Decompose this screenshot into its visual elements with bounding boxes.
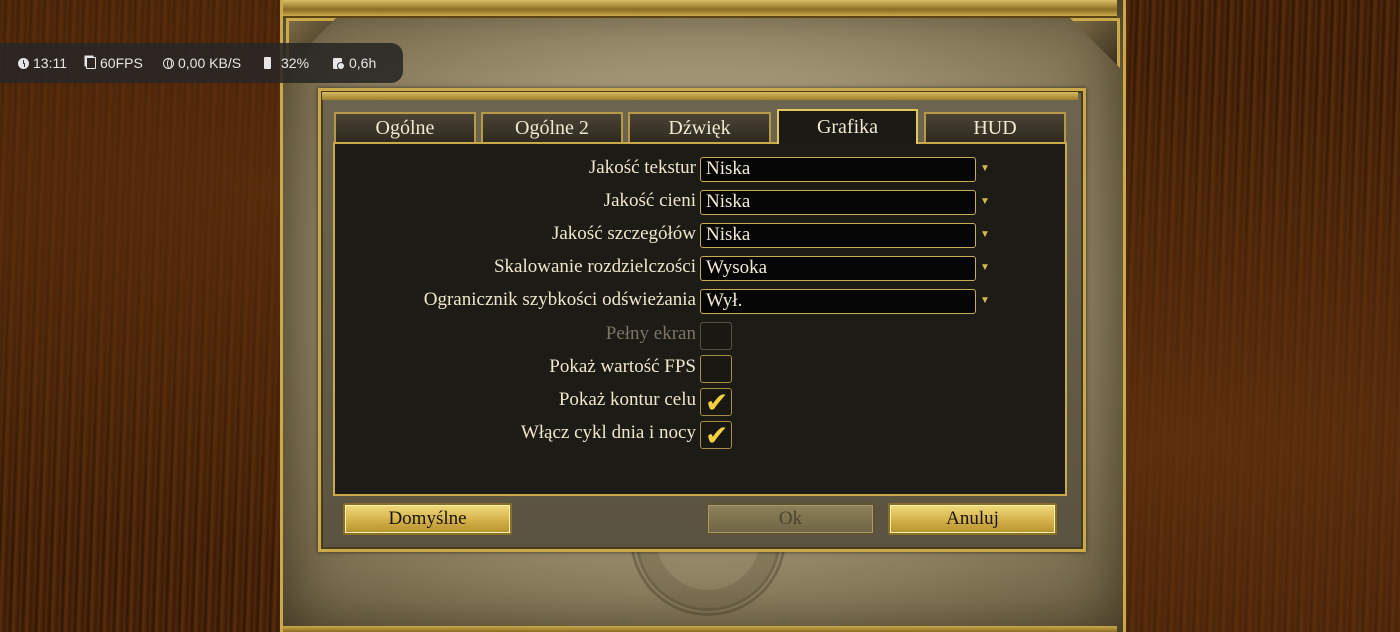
day-night-checkbox[interactable]: ✔	[700, 419, 732, 452]
texture-quality-select[interactable]: Niska	[700, 157, 976, 182]
fps-value: 60FPS	[100, 55, 143, 71]
clock-value: 13:11	[33, 55, 67, 71]
checkmark-icon: ✔	[705, 419, 729, 452]
clock-icon	[18, 57, 29, 69]
day-night-label: Włącz cykl dnia i nocy	[520, 422, 696, 443]
stone-bottom-border	[283, 626, 1117, 632]
tab-dzwiek[interactable]: Dźwięk	[628, 112, 771, 142]
chevron-down-icon[interactable]: ▼	[980, 296, 990, 306]
playtime-value: 0,6h	[349, 55, 377, 71]
globe-icon	[163, 57, 174, 69]
performance-overlay: 13:11 60FPS 0,00 KB/S 32% 0,6h	[0, 43, 403, 83]
refresh-limiter-label: Ogranicznik szybkości odświeżania	[423, 289, 696, 310]
battery-value: 32%	[281, 55, 310, 71]
show-fps-label: Pokaż wartość FPS	[549, 356, 696, 377]
playtime-icon	[333, 57, 345, 70]
refresh-limiter-select[interactable]: Wył.	[700, 289, 976, 314]
detail-quality-label: Jakość szczegółów	[551, 223, 696, 244]
chevron-down-icon[interactable]: ▼	[980, 263, 990, 273]
shadow-quality-label: Jakość cieni	[603, 190, 696, 211]
detail-quality-select[interactable]: Niska	[700, 223, 976, 248]
resolution-scaling-select[interactable]: Wysoka	[700, 256, 976, 281]
clock-stat: 13:11	[18, 55, 67, 71]
shadow-quality-select[interactable]: Niska	[700, 190, 976, 215]
show-outline-label: Pokaż kontur celu	[558, 389, 696, 410]
fullscreen-checkbox[interactable]	[700, 322, 732, 350]
battery-icon	[264, 57, 271, 69]
resolution-scaling-label: Skalowanie rozdzielczości	[493, 256, 696, 277]
show-fps-checkbox[interactable]	[700, 355, 732, 383]
battery-stat: 32%	[264, 55, 309, 71]
stone-top-border	[283, 0, 1117, 18]
game-screen: Ogólne Ogólne 2 Dźwięk Grafika HUD Jakoś…	[0, 0, 1400, 632]
network-value: 0,00 KB/S	[178, 55, 242, 71]
dialog-top-strip	[322, 92, 1078, 100]
fps-stat: 60FPS	[86, 55, 143, 71]
cancel-button[interactable]: Anuluj	[888, 503, 1057, 535]
network-stat: 0,00 KB/S	[163, 55, 241, 71]
chevron-down-icon[interactable]: ▼	[980, 197, 990, 207]
tab-grafika[interactable]: Grafika	[777, 109, 918, 144]
show-outline-checkbox[interactable]: ✔	[700, 386, 732, 419]
fullscreen-label: Pełny ekran	[605, 323, 696, 344]
fps-icon	[86, 57, 96, 69]
defaults-button[interactable]: Domyślne	[343, 503, 512, 535]
chevron-down-icon[interactable]: ▼	[980, 230, 990, 240]
playtime-stat: 0,6h	[333, 55, 376, 71]
tab-hud[interactable]: HUD	[924, 112, 1066, 142]
chevron-down-icon[interactable]: ▼	[980, 164, 990, 174]
tab-ogolne-2[interactable]: Ogólne 2	[481, 112, 623, 142]
ok-button[interactable]: Ok	[706, 503, 875, 535]
tab-ogolne[interactable]: Ogólne	[334, 112, 476, 142]
checkmark-icon: ✔	[705, 386, 729, 419]
texture-quality-label: Jakość tekstur	[588, 157, 696, 178]
